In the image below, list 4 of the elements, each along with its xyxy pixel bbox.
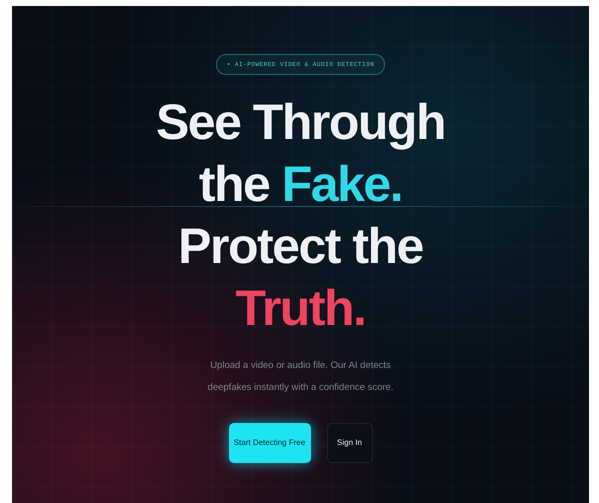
start-button[interactable]: Start Detecting Free bbox=[228, 423, 310, 463]
headline: See Through the Fake. Protect the Truth. bbox=[156, 93, 446, 338]
description: Upload a video or audio file. Our AI detects deepfakes instantly with a confidence score. bbox=[206, 359, 394, 395]
sign-in-button[interactable]: Sign In bbox=[326, 423, 372, 463]
